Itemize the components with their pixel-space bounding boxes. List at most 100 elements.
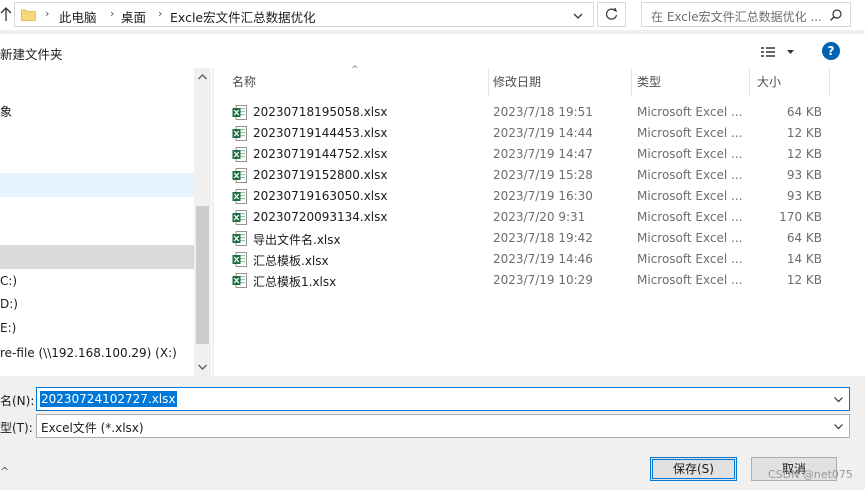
file-name: 20230720093134.xlsx bbox=[253, 210, 388, 224]
file-type: Microsoft Excel ... bbox=[637, 231, 743, 245]
breadcrumb-separator: › bbox=[158, 7, 163, 20]
search-input[interactable]: 在 Excle宏文件汇总数据优化 ... bbox=[651, 8, 822, 25]
filetype-select[interactable]: Excel文件 (*.xlsx) bbox=[36, 414, 850, 438]
nav-item-drive-c[interactable]: C:) bbox=[0, 269, 194, 293]
excel-file-icon bbox=[232, 252, 247, 267]
excel-file-icon bbox=[232, 105, 247, 120]
excel-file-icon bbox=[232, 273, 247, 288]
filetype-label: 型(T): bbox=[0, 421, 33, 435]
file-modified-date: 2023/7/19 14:46 bbox=[493, 252, 593, 266]
nav-item[interactable] bbox=[0, 124, 194, 148]
file-list: ^ 名称 修改日期 类型 大小 20230718195058.xlsx 2023/… bbox=[214, 65, 865, 376]
excel-file-icon bbox=[232, 210, 247, 225]
file-size: 12 KB bbox=[786, 147, 822, 161]
save-button[interactable]: 保存(S) bbox=[650, 457, 737, 481]
file-size: 12 KB bbox=[786, 126, 822, 140]
refresh-icon bbox=[605, 7, 618, 20]
toolbar: 新建文件夹 ? bbox=[0, 34, 865, 68]
file-type: Microsoft Excel ... bbox=[637, 147, 743, 161]
view-options-button[interactable] bbox=[760, 43, 800, 61]
file-row[interactable]: 导出文件名.xlsx 2023/7/18 19:42 Microsoft Excel… bbox=[228, 228, 840, 249]
up-arrow-button[interactable] bbox=[0, 6, 14, 24]
file-type: Microsoft Excel ... bbox=[637, 252, 743, 266]
file-row[interactable]: 汇总模板1.xlsx 2023/7/19 10:29 Microsoft Excel… bbox=[228, 270, 840, 291]
navigation-pane: 象 C:) D:) E:) re-file (\\192.168.100.29)… bbox=[0, 68, 212, 376]
file-size: 64 KB bbox=[786, 105, 822, 119]
nav-item-hovered[interactable] bbox=[0, 245, 194, 269]
file-name: 20230719152800.xlsx bbox=[253, 168, 388, 182]
address-box[interactable]: › 此电脑 › 桌面 › Excle宏文件汇总数据优化 bbox=[14, 2, 594, 27]
file-name: 汇总模板1.xlsx bbox=[253, 275, 337, 289]
scrollbar-thumb[interactable] bbox=[196, 206, 209, 344]
column-divider[interactable] bbox=[749, 68, 750, 96]
file-type: Microsoft Excel ... bbox=[637, 168, 743, 182]
nav-item[interactable] bbox=[0, 203, 194, 227]
column-header-date[interactable]: 修改日期 bbox=[493, 68, 541, 96]
breadcrumb-this-pc[interactable]: 此电脑 bbox=[59, 7, 97, 26]
breadcrumb-desktop[interactable]: 桌面 bbox=[121, 7, 146, 26]
excel-file-icon bbox=[232, 231, 247, 246]
watermark: CSDN @net075 bbox=[768, 468, 853, 481]
file-modified-date: 2023/7/18 19:42 bbox=[493, 231, 593, 245]
address-bar-row: › 此电脑 › 桌面 › Excle宏文件汇总数据优化 在 Excle宏文件汇总… bbox=[0, 0, 865, 30]
file-modified-date: 2023/7/19 14:44 bbox=[493, 126, 593, 140]
file-size: 64 KB bbox=[786, 231, 822, 245]
excel-file-icon bbox=[232, 189, 247, 204]
file-modified-date: 2023/7/19 16:30 bbox=[493, 189, 593, 203]
nav-item-selected[interactable] bbox=[0, 173, 194, 197]
breadcrumb-separator: › bbox=[110, 7, 115, 20]
file-name: 导出文件名.xlsx bbox=[253, 233, 341, 247]
column-divider[interactable] bbox=[631, 68, 632, 96]
save-options-area: 名(N): 20230724102727.xlsx 型(T): Excel文件 … bbox=[0, 376, 865, 490]
filename-input[interactable]: 20230724102727.xlsx bbox=[40, 391, 177, 407]
chevron-down-icon[interactable] bbox=[571, 9, 585, 23]
nav-item-drive-e[interactable]: E:) bbox=[0, 316, 194, 340]
new-folder-button[interactable]: 新建文件夹 bbox=[0, 44, 63, 63]
breadcrumb-separator: › bbox=[45, 7, 50, 20]
refresh-button[interactable] bbox=[597, 2, 626, 27]
filename-field[interactable]: 20230724102727.xlsx bbox=[36, 387, 850, 411]
file-row[interactable]: 20230719144752.xlsx 2023/7/19 14:47 Micros… bbox=[228, 144, 840, 165]
search-box[interactable]: 在 Excle宏文件汇总数据优化 ... bbox=[641, 2, 851, 27]
excel-file-icon bbox=[232, 126, 247, 141]
scroll-up-icon[interactable] bbox=[197, 72, 208, 82]
column-header-type[interactable]: 类型 bbox=[637, 68, 661, 96]
file-type: Microsoft Excel ... bbox=[637, 273, 743, 287]
file-row[interactable]: 20230719144453.xlsx 2023/7/19 14:44 Micros… bbox=[228, 123, 840, 144]
file-row[interactable]: 20230719152800.xlsx 2023/7/19 15:28 Micros… bbox=[228, 165, 840, 186]
file-size: 93 KB bbox=[786, 168, 822, 182]
file-type: Microsoft Excel ... bbox=[637, 126, 743, 140]
file-type: Microsoft Excel ... bbox=[637, 105, 743, 119]
nav-item-network-drive-x[interactable]: re-file (\\192.168.100.29) (X:) bbox=[0, 341, 194, 365]
file-modified-date: 2023/7/19 14:47 bbox=[493, 147, 593, 161]
scroll-down-icon[interactable] bbox=[197, 362, 208, 372]
save-button-focus-ring bbox=[652, 459, 735, 479]
file-type: Microsoft Excel ... bbox=[637, 210, 743, 224]
file-name: 20230718195058.xlsx bbox=[253, 105, 388, 119]
column-divider[interactable] bbox=[488, 68, 489, 96]
file-name: 20230719144752.xlsx bbox=[253, 147, 388, 161]
file-row[interactable]: 20230719163050.xlsx 2023/7/19 16:30 Micros… bbox=[228, 186, 840, 207]
breadcrumb-current-folder[interactable]: Excle宏文件汇总数据优化 bbox=[170, 7, 316, 26]
column-header-size[interactable]: 大小 bbox=[757, 68, 781, 96]
details-view-icon bbox=[761, 47, 794, 57]
file-row[interactable]: 汇总模板.xlsx 2023/7/19 14:46 Microsoft Excel … bbox=[228, 249, 840, 270]
file-size: 12 KB bbox=[786, 273, 822, 287]
chevron-down-icon[interactable] bbox=[833, 421, 844, 432]
folder-icon bbox=[21, 9, 36, 21]
sort-ascending-icon: ^ bbox=[351, 65, 359, 75]
file-row[interactable]: 20230720093134.xlsx 2023/7/20 9:31 Microso… bbox=[228, 207, 840, 228]
help-icon[interactable]: ? bbox=[822, 42, 840, 60]
file-row[interactable]: 20230718195058.xlsx 2023/7/18 19:51 Micros… bbox=[228, 102, 840, 123]
hide-folders-chevron-icon[interactable]: ^ bbox=[0, 465, 9, 478]
search-icon[interactable] bbox=[829, 8, 843, 22]
column-header-name[interactable]: 名称 bbox=[232, 68, 256, 96]
file-modified-date: 2023/7/19 10:29 bbox=[493, 273, 593, 287]
nav-item-drive-d[interactable]: D:) bbox=[0, 292, 194, 316]
file-name: 汇总模板.xlsx bbox=[253, 254, 329, 268]
nav-scrollbar[interactable] bbox=[194, 68, 211, 376]
nav-item-objects[interactable]: 象 bbox=[0, 100, 194, 124]
chevron-down-icon[interactable] bbox=[833, 394, 844, 405]
column-divider[interactable] bbox=[829, 68, 830, 96]
file-name: 20230719144453.xlsx bbox=[253, 126, 388, 140]
